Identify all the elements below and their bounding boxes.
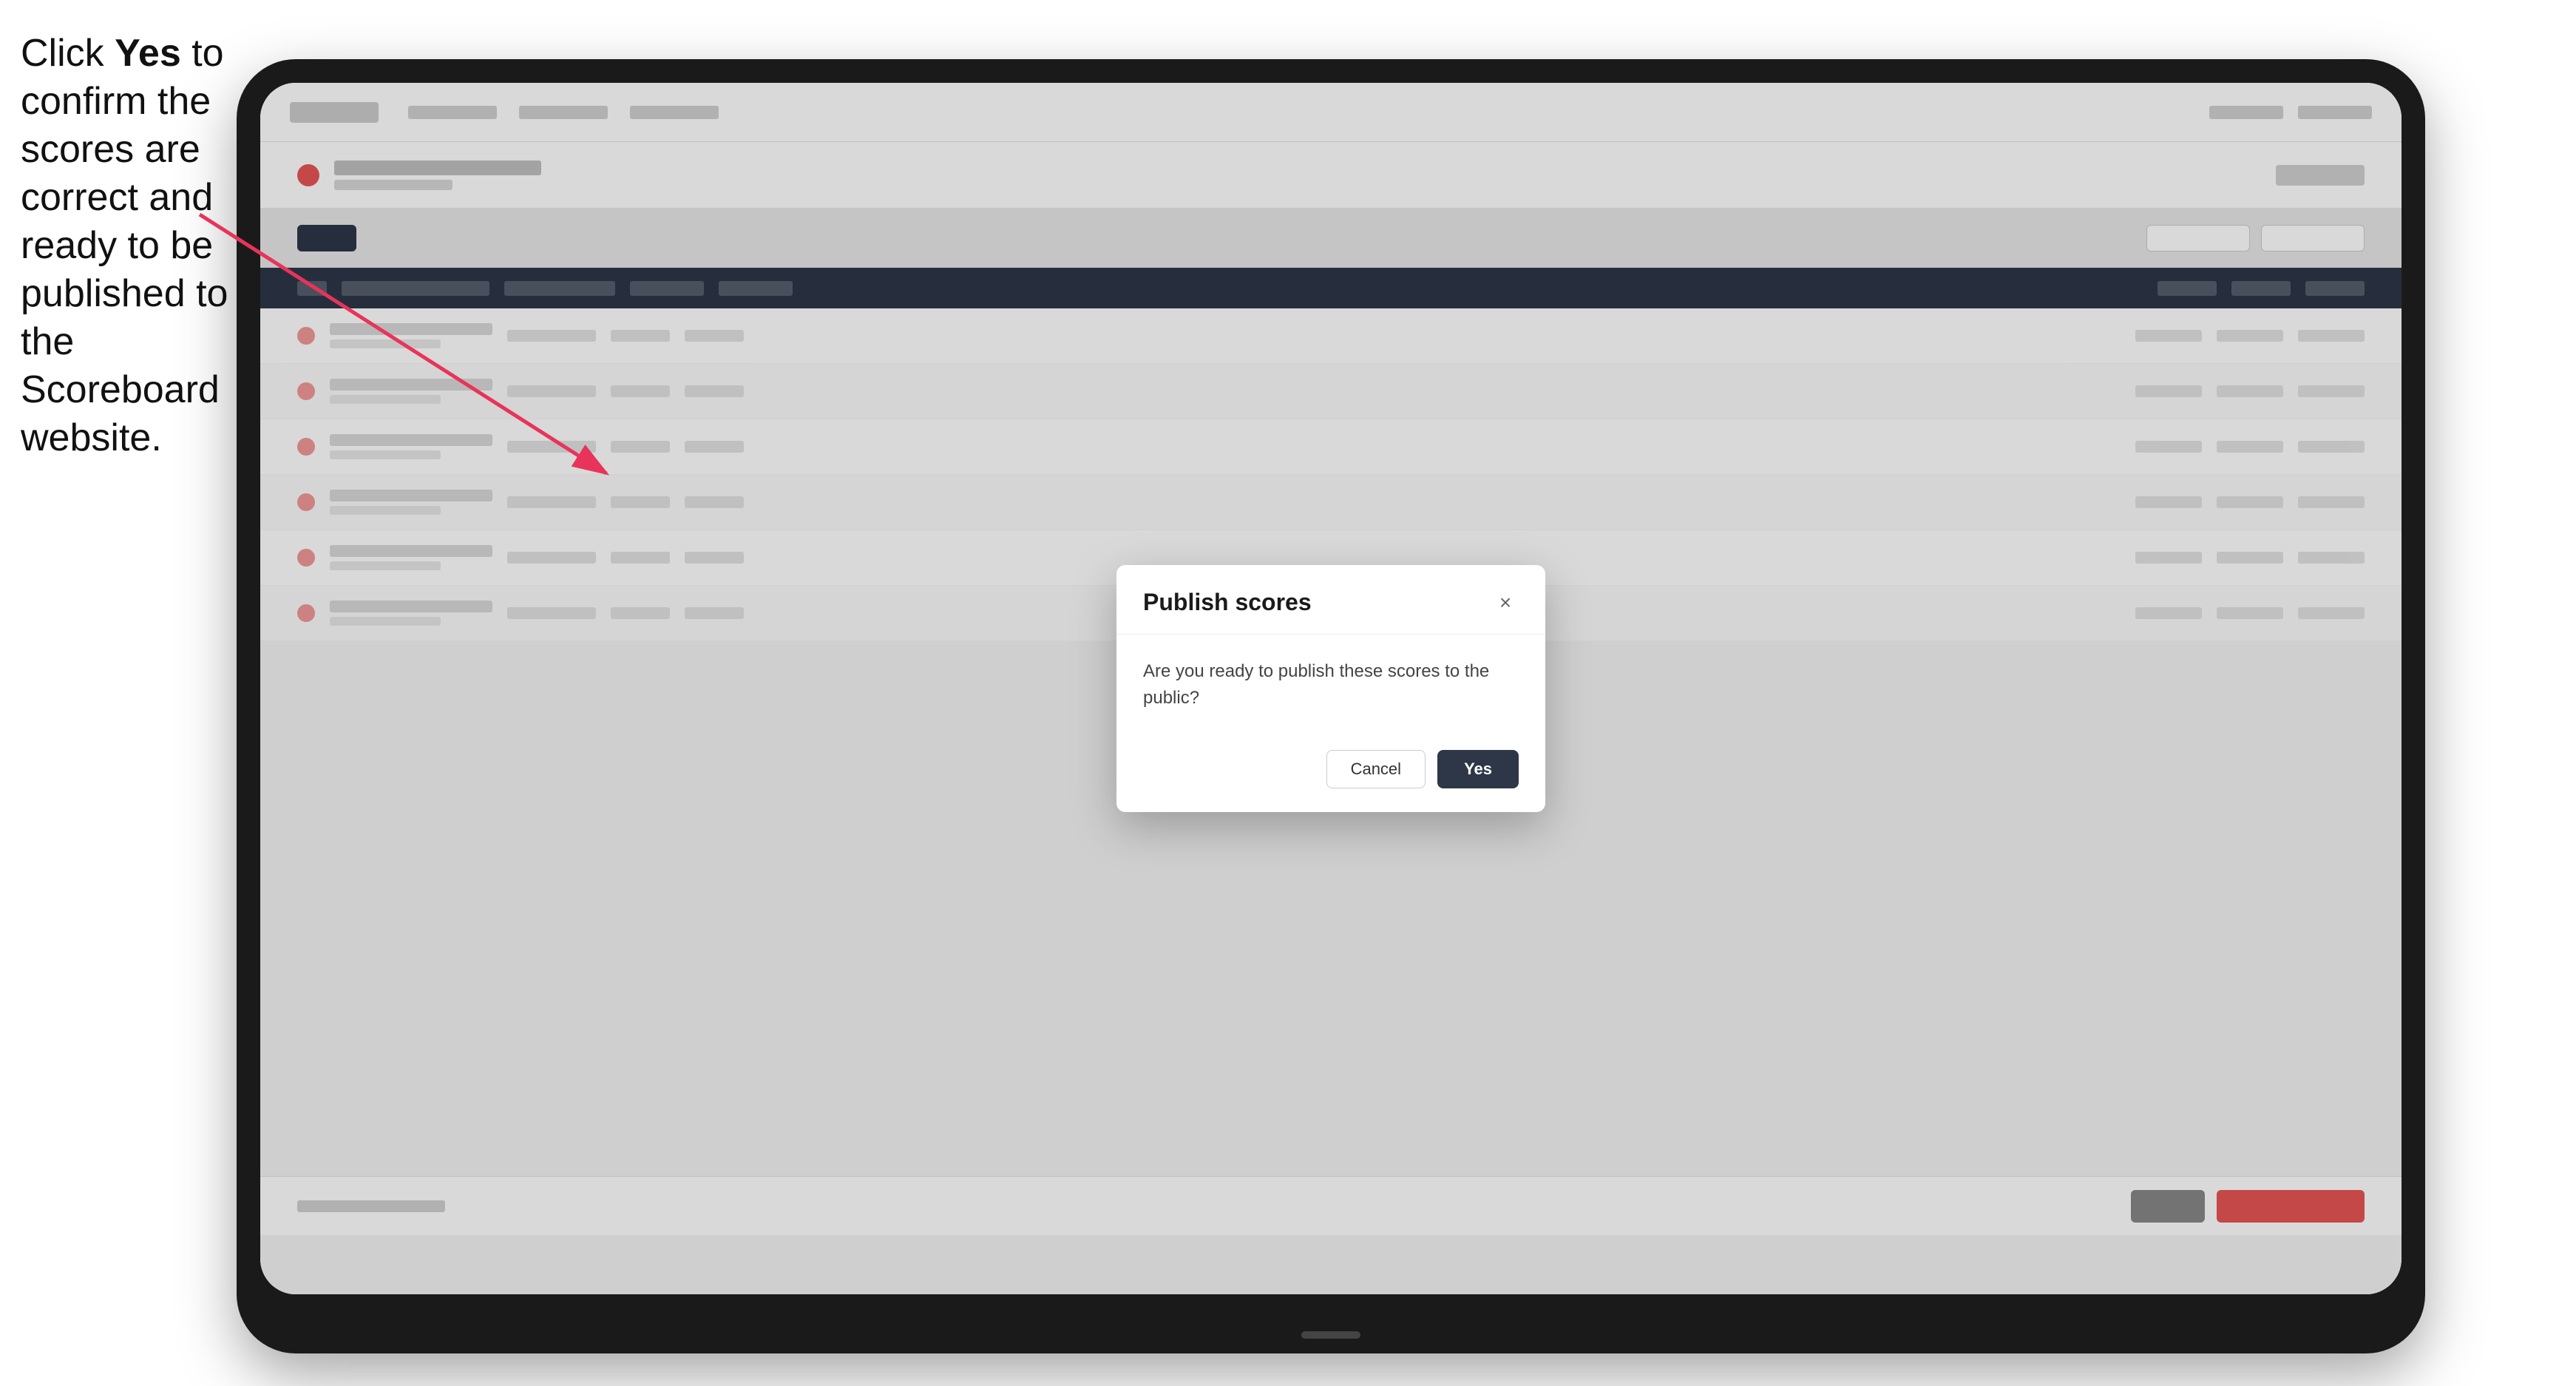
tablet-home-indicator (1301, 1331, 1360, 1339)
yes-button[interactable]: Yes (1437, 750, 1519, 788)
modal-title: Publish scores (1143, 589, 1312, 616)
modal-overlay: Publish scores × Are you ready to publis… (260, 83, 2402, 1294)
modal-message: Are you ready to publish these scores to… (1143, 658, 1519, 711)
instruction-text: Click Yes to confirm the scores are corr… (21, 30, 235, 462)
tablet-screen: Publish scores × Are you ready to publis… (260, 83, 2402, 1294)
modal-close-button[interactable]: × (1492, 589, 1519, 616)
modal-body: Are you ready to publish these scores to… (1116, 635, 1545, 735)
modal-header: Publish scores × (1116, 565, 1545, 635)
tablet-device: Publish scores × Are you ready to publis… (237, 59, 2425, 1353)
publish-scores-modal: Publish scores × Are you ready to publis… (1116, 565, 1545, 812)
yes-bold: Yes (115, 32, 181, 75)
modal-footer: Cancel Yes (1116, 735, 1545, 812)
app-screen: Publish scores × Are you ready to publis… (260, 83, 2402, 1294)
cancel-button[interactable]: Cancel (1326, 750, 1426, 788)
